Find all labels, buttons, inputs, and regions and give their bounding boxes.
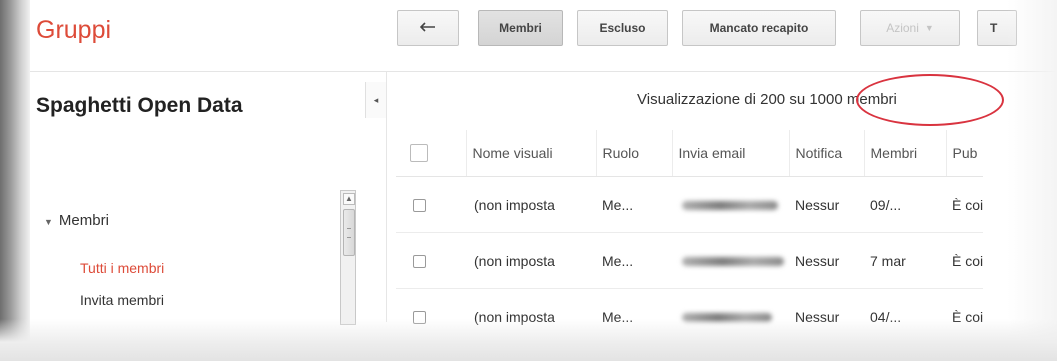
column-header-member-since[interactable]: Membri: [863, 130, 946, 177]
collapse-sidebar-button[interactable]: ◂: [365, 82, 387, 118]
row-checkbox[interactable]: [413, 255, 426, 269]
cell-role: Me...: [596, 176, 672, 233]
expand-triangle-icon: ▼: [44, 217, 53, 227]
collapse-left-icon: ◂: [373, 94, 379, 105]
row-checkbox[interactable]: [413, 199, 426, 213]
cell-member-since: 7 mar: [864, 232, 946, 289]
cell-public: È coi: [946, 176, 984, 233]
actions-dropdown[interactable]: Azioni ▼: [860, 10, 960, 46]
scrollbar-thumb[interactable]: [343, 209, 355, 256]
tab-members-button[interactable]: Membri: [478, 10, 563, 46]
column-header-public[interactable]: Pub: [945, 130, 984, 177]
select-all-checkbox[interactable]: [410, 144, 428, 163]
sidebar-item-invite-members[interactable]: Invita membri: [80, 292, 164, 308]
column-header-notification[interactable]: Notifica: [788, 130, 864, 177]
sidebar-section-label: Membri: [58, 212, 109, 229]
column-header-email[interactable]: Invia email: [671, 130, 789, 177]
row-select-cell[interactable]: [396, 232, 466, 289]
email-redacted: [682, 201, 778, 211]
header-divider: [30, 71, 1057, 72]
chevron-down-icon: ▼: [924, 23, 934, 33]
column-header-role[interactable]: Ruolo: [595, 130, 672, 177]
table-row[interactable]: (non imposta Me... Nessur 09/... È coi: [396, 176, 984, 233]
members-table: Nome visuali Ruolo Invia email Notifica …: [396, 130, 984, 345]
sidebar-scrollbar[interactable]: ▲: [340, 190, 356, 325]
cell-name: (non imposta: [466, 232, 596, 289]
column-header-name[interactable]: Nome visuali: [465, 130, 596, 177]
tab-undelivered-button[interactable]: Mancato recapito: [682, 10, 836, 46]
cell-name: (non imposta: [466, 176, 596, 233]
bottom-edge-shadow: [0, 319, 1057, 361]
sidebar-item-all-members[interactable]: Tutti i membri: [80, 260, 164, 276]
email-redacted: [682, 257, 784, 267]
cell-member-since: 09/...: [864, 176, 946, 233]
group-name: Spaghetti Open Data: [36, 94, 243, 117]
cell-notification: Nessur: [789, 176, 864, 233]
cell-notification: Nessur: [789, 232, 864, 289]
select-all-cell[interactable]: [396, 130, 466, 177]
sidebar-divider: [386, 72, 387, 322]
table-header-row: Nome visuali Ruolo Invia email Notifica …: [396, 130, 984, 177]
cell-public: È coi: [946, 232, 984, 289]
row-select-cell[interactable]: [396, 176, 466, 233]
table-row[interactable]: (non imposta Me... Nessur 7 mar È coi: [396, 232, 984, 289]
actions-label: Azioni: [886, 21, 919, 35]
summary-prefix: Visualizzazione di 200 su: [637, 91, 806, 108]
cell-role: Me...: [596, 232, 672, 289]
cell-email: [672, 176, 789, 233]
app-title: Gruppi: [36, 16, 112, 44]
cell-email: [672, 232, 789, 289]
back-button[interactable]: [397, 10, 459, 46]
scroll-up-icon[interactable]: ▲: [343, 193, 355, 205]
back-arrow-icon: [419, 21, 436, 35]
right-edge-fade: [1007, 0, 1057, 361]
sidebar-section-members[interactable]: ▼ Membri: [44, 212, 109, 229]
tab-excluded-button[interactable]: Escluso: [577, 10, 668, 46]
screen-edge-shadow: [0, 0, 30, 361]
highlight-circle-annotation: [856, 74, 1004, 126]
